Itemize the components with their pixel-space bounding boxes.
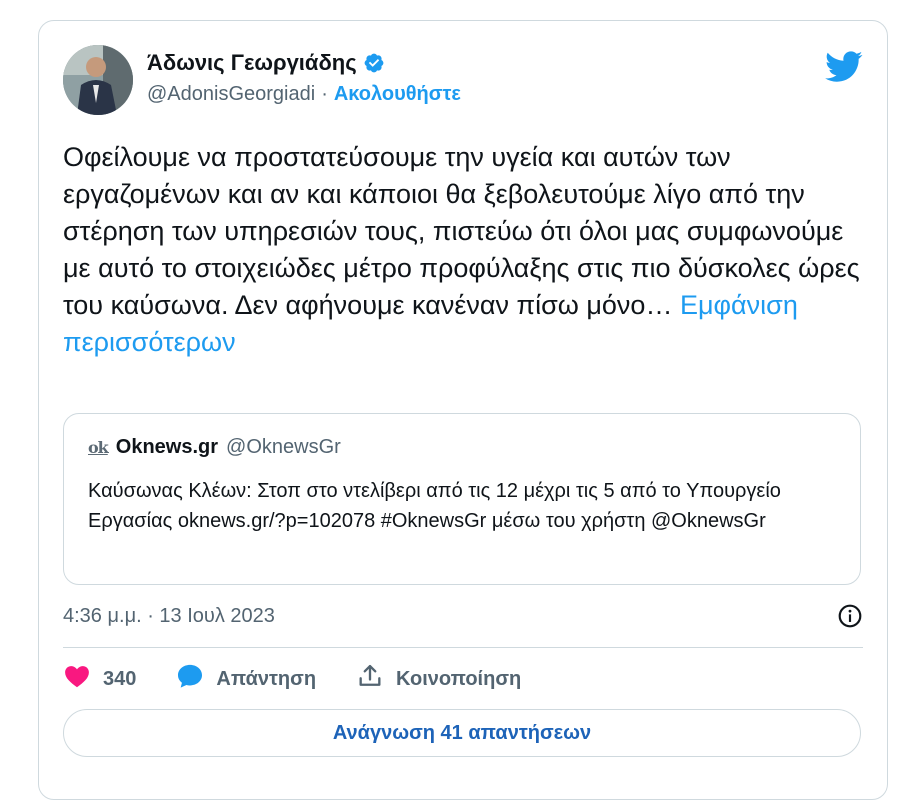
twitter-bird-icon[interactable] — [825, 51, 863, 83]
tweet-card: Άδωνις Γεωργιάδης @AdonisGeorgiadi · Ακο… — [38, 20, 888, 800]
share-label: Κοινοποίηση — [396, 667, 522, 690]
follow-button[interactable]: Ακολουθήστε — [334, 83, 461, 106]
timestamp-link[interactable]: 4:36 μ.μ. · 13 Ιουλ 2023 — [63, 605, 275, 628]
author-handle[interactable]: @AdonisGeorgiadi — [147, 83, 315, 106]
author-block: Άδωνις Γεωργιάδης @AdonisGeorgiadi · Ακο… — [147, 47, 461, 106]
share-icon — [356, 662, 384, 696]
quote-logo-icon: ok — [88, 438, 109, 457]
reply-bubble-icon — [176, 662, 204, 696]
like-button[interactable]: 340 — [63, 662, 136, 696]
tweet-header: Άδωνις Γεωργιάδης @AdonisGeorgiadi · Ακο… — [63, 45, 863, 120]
action-bar: 340 Απάντηση Κοινοποίηση — [63, 663, 561, 695]
tweet-meta: 4:36 μ.μ. · 13 Ιουλ 2023 — [63, 601, 863, 631]
quote-author-name: Oknews.gr — [115, 436, 219, 458]
likes-count: 340 — [103, 667, 137, 690]
quote-author-handle: @OknewsGr — [226, 436, 341, 458]
read-replies-label: Ανάγνωση 41 απαντήσεων — [332, 721, 592, 744]
heart-icon — [63, 662, 91, 696]
reply-label: Απάντηση — [216, 667, 317, 690]
share-button[interactable]: Κοινοποίηση — [356, 662, 521, 696]
divider — [63, 647, 863, 648]
read-replies-button[interactable]: Ανάγνωση 41 απαντήσεων — [63, 709, 861, 757]
info-icon[interactable] — [837, 603, 863, 629]
reply-button[interactable]: Απάντηση — [176, 662, 316, 696]
tweet-body: Οφείλουμε να προστατεύσουμε την υγεία κα… — [63, 139, 873, 361]
quoted-tweet-header: ok Oknews.gr @OknewsGr — [88, 436, 341, 459]
verified-badge-icon — [363, 52, 385, 74]
quote-text: Καύσωνας Κλέων: Στοπ στο ντελίβερι από τ… — [88, 480, 781, 532]
avatar[interactable] — [63, 45, 133, 115]
author-name[interactable]: Άδωνις Γεωργιάδης — [147, 50, 357, 76]
quoted-tweet[interactable]: ok Oknews.gr @OknewsGr Καύσωνας Κλέων: Σ… — [63, 413, 861, 585]
handle-separator: · — [321, 83, 328, 105]
